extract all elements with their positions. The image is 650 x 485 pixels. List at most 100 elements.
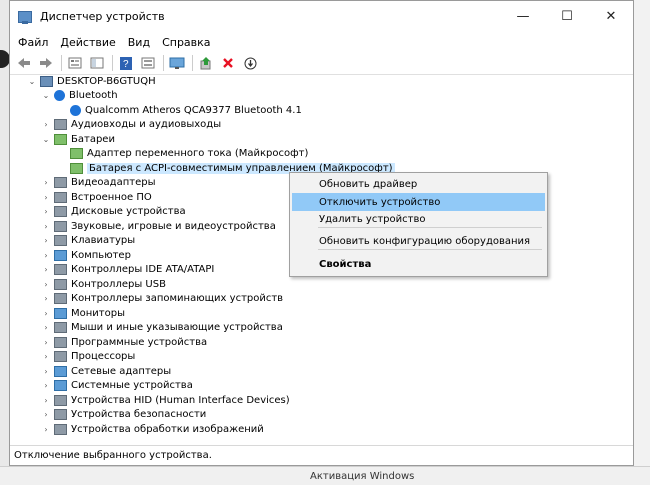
tree-item[interactable]: › Компьютер xyxy=(41,248,131,262)
expand-right-icon[interactable]: › xyxy=(41,280,51,289)
expand-right-icon[interactable]: › xyxy=(41,207,51,216)
menu-file[interactable]: Файл xyxy=(12,36,54,49)
context-menu-item[interactable]: Отключить устройство xyxy=(292,193,545,211)
tree-item[interactable]: ⌄ Батареи xyxy=(41,132,115,146)
menu-action[interactable]: Действие xyxy=(54,36,121,49)
context-menu-item[interactable]: Свойства xyxy=(292,255,545,273)
tree-item[interactable]: › Контроллеры IDE ATA/ATAPI xyxy=(41,263,214,277)
expand-right-icon[interactable]: › xyxy=(41,236,51,245)
disable-device-icon[interactable] xyxy=(240,54,260,72)
expand-right-icon[interactable]: › xyxy=(41,323,51,332)
tree-item[interactable]: ⌄ DESKTOP-B6GTUQH xyxy=(27,74,156,88)
expand-right-icon[interactable]: › xyxy=(41,120,51,129)
expand-down-icon[interactable]: ⌄ xyxy=(41,91,51,100)
monitor-icon[interactable] xyxy=(167,54,187,72)
gray-device-icon xyxy=(54,191,67,203)
tree-item-label: Сетевые адаптеры xyxy=(71,365,172,377)
expand-right-icon[interactable]: › xyxy=(41,294,51,303)
tree-item[interactable]: › Системные устройства xyxy=(41,379,193,393)
context-menu-item-label: Обновить конфигурацию оборудования xyxy=(319,235,531,247)
gray-device-icon xyxy=(54,119,67,130)
console-tree-icon[interactable] xyxy=(87,54,107,72)
toolbar-separator xyxy=(192,55,193,71)
svg-text:?: ? xyxy=(123,59,129,70)
gray-device-icon xyxy=(54,409,67,420)
forward-arrow-icon[interactable] xyxy=(36,54,56,72)
show-hidden-icon[interactable] xyxy=(138,54,158,72)
tree-item-label: Звуковые, игровые и видеоустройства xyxy=(71,220,276,232)
tree-item[interactable]: Qualcomm Atheros QCA9377 Bluetooth 4.1 xyxy=(57,103,302,117)
context-menu-item-label: Отключить устройство xyxy=(319,196,441,208)
gray-device-icon xyxy=(54,394,67,406)
gray-device-icon xyxy=(54,336,67,348)
tree-item[interactable]: › Мониторы xyxy=(41,306,125,320)
expand-right-icon[interactable]: › xyxy=(41,309,51,318)
tree-item[interactable]: › Аудиовходы и аудиовыходы xyxy=(41,118,221,132)
tree-item-label: Системные устройства xyxy=(71,380,193,391)
tree-item[interactable]: › Контроллеры USB xyxy=(41,277,166,291)
tree-item[interactable]: › Видеоадаптеры xyxy=(41,176,155,190)
menu-help[interactable]: Справка xyxy=(156,36,216,49)
context-menu: Обновить драйвер Отключить устройство Удал… xyxy=(289,172,548,277)
expand-right-icon[interactable]: › xyxy=(41,193,51,202)
status-bar: Отключение выбранного устройства. xyxy=(10,445,633,465)
uninstall-x-icon[interactable] xyxy=(218,54,238,72)
expand-down-icon[interactable]: ⌄ xyxy=(27,77,37,86)
tree-item[interactable]: › Устройства безопасности xyxy=(41,408,206,422)
gray-device-icon xyxy=(54,351,67,362)
tree-item[interactable]: › Встроенное ПО xyxy=(41,190,152,204)
expand-right-icon[interactable]: › xyxy=(41,265,51,274)
expand-down-icon[interactable]: ⌄ xyxy=(41,135,51,144)
toolbar: ? xyxy=(10,52,633,75)
context-menu-item[interactable]: Обновить драйвер xyxy=(292,175,545,193)
gray-device-icon xyxy=(54,206,67,217)
tree-item[interactable]: › Устройства HID (Human Interface Devices… xyxy=(41,393,290,407)
tree-item[interactable]: › Сетевые адаптеры xyxy=(41,364,171,378)
minimize-button[interactable]: — xyxy=(501,1,545,32)
properties-icon[interactable] xyxy=(65,54,85,72)
title-bar[interactable]: Диспетчер устройств — ☐ ✕ xyxy=(10,1,633,32)
gray-device-icon xyxy=(54,423,67,435)
expand-right-icon[interactable]: › xyxy=(41,367,51,376)
tree-item[interactable]: › Устройства обработки изображений xyxy=(41,422,264,436)
expand-right-icon[interactable]: › xyxy=(41,352,51,361)
update-driver-icon[interactable] xyxy=(196,54,216,72)
expand-right-icon[interactable]: › xyxy=(41,251,51,260)
gray-device-icon xyxy=(54,322,67,333)
tree-item-label: Клавиатуры xyxy=(71,235,136,246)
expand-right-icon[interactable]: › xyxy=(41,178,51,187)
context-menu-item[interactable]: Удалить устройство xyxy=(292,210,545,228)
help-icon[interactable]: ? xyxy=(116,54,136,72)
expand-right-icon[interactable]: › xyxy=(41,396,51,405)
expand-right-icon[interactable]: › xyxy=(41,338,51,347)
tree-item[interactable]: › Процессоры xyxy=(41,350,135,364)
green-device-icon xyxy=(70,148,83,159)
expand-right-icon[interactable]: › xyxy=(41,222,51,231)
tree-item[interactable]: › Звуковые, игровые и видеоустройства xyxy=(41,219,276,233)
expand-right-icon[interactable]: › xyxy=(41,425,51,434)
menu-view[interactable]: Вид xyxy=(122,36,156,49)
background-right-strip xyxy=(634,0,650,484)
gray-device-icon xyxy=(54,278,67,290)
tree-item[interactable]: › Мыши и иные указывающие устройства xyxy=(41,321,283,335)
tree-item[interactable]: › Клавиатуры xyxy=(41,234,135,248)
context-menu-item[interactable]: Обновить конфигурацию оборудования xyxy=(292,232,545,250)
blue-device-icon xyxy=(54,307,67,319)
expand-right-icon[interactable]: › xyxy=(41,381,51,390)
tree-item[interactable]: › Контроллеры запоминающих устройств xyxy=(41,292,283,306)
tree-item[interactable]: › Программные устройства xyxy=(41,335,207,349)
gray-device-icon xyxy=(54,235,67,246)
window-title: Диспетчер устройств xyxy=(40,10,165,23)
close-button[interactable]: ✕ xyxy=(589,1,633,32)
maximize-button[interactable]: ☐ xyxy=(545,1,589,32)
tree-item-label: Батареи xyxy=(71,133,115,145)
status-text: Отключение выбранного устройства. xyxy=(14,450,212,461)
expand-right-icon[interactable]: › xyxy=(41,410,51,419)
blue-device-icon xyxy=(54,365,67,377)
back-arrow-icon[interactable] xyxy=(14,54,34,72)
tree-item[interactable]: ⌄ Bluetooth xyxy=(41,89,118,103)
tree-item-label: Видеоадаптеры xyxy=(71,177,156,188)
tree-item[interactable]: Адаптер переменного тока (Майкрософт) xyxy=(57,147,308,161)
tree-item-label: Аудиовходы и аудиовыходы xyxy=(71,119,222,130)
tree-item[interactable]: › Дисковые устройства xyxy=(41,205,186,219)
